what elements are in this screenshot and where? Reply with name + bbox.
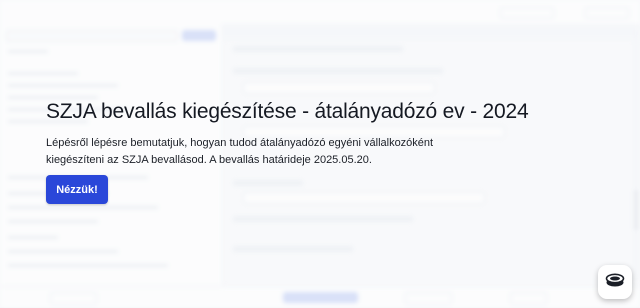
promo-title: SZJA bevallás kiegészítése - átalányadóz… [46, 100, 529, 123]
chat-widget-button[interactable] [598, 265, 632, 299]
start-tutorial-button[interactable]: Nézzük! [46, 175, 108, 204]
promo-description: Lépésről lépésre bemutatjuk, hogyan tudo… [46, 137, 434, 166]
chat-bubble-icon [605, 272, 625, 293]
